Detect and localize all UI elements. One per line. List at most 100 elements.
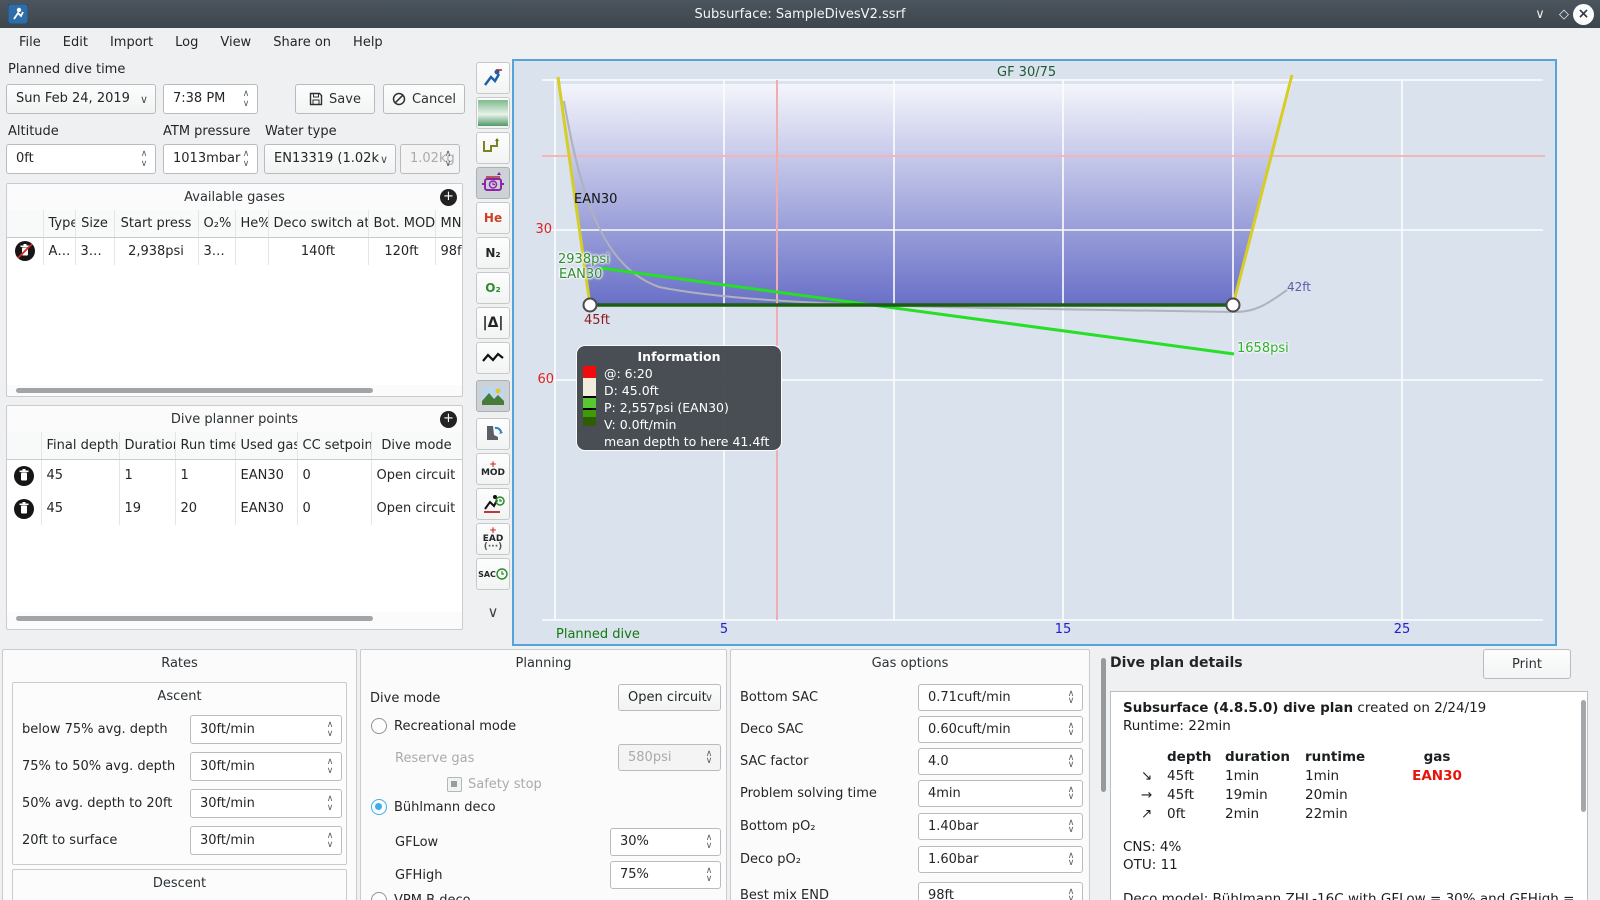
- delta-pressure-button[interactable]: |Δ|: [476, 307, 510, 339]
- tissue-heatmap-button[interactable]: [476, 418, 510, 450]
- point-used-gas[interactable]: EAN30: [235, 459, 298, 492]
- gflow-stepper[interactable]: 30% ∧ ∨: [610, 828, 721, 856]
- menu-file[interactable]: File: [8, 30, 52, 56]
- spin-down-icon[interactable]: ∨: [1065, 826, 1077, 835]
- safety-stop-checkbox[interactable]: [447, 777, 462, 792]
- menu-edit[interactable]: Edit: [52, 30, 99, 56]
- point-run-time[interactable]: 1: [175, 459, 236, 492]
- spin-up-icon[interactable]: ∧: [138, 150, 150, 159]
- recreational-mode-radio[interactable]: [371, 718, 387, 734]
- cancel-button[interactable]: Cancel: [383, 84, 465, 114]
- photos-toggle-button[interactable]: [476, 380, 510, 412]
- point-final-depth[interactable]: 45: [41, 459, 120, 492]
- depth-gradient-button[interactable]: [476, 97, 510, 129]
- spin-down-icon[interactable]: ∨: [324, 730, 336, 739]
- gas-he[interactable]: [235, 237, 269, 265]
- delete-point-button[interactable]: [7, 459, 42, 492]
- gas-mnd[interactable]: 98f: [435, 237, 462, 265]
- spin-up-icon[interactable]: ∧: [240, 150, 252, 159]
- minimize-icon[interactable]: ∨: [1527, 0, 1553, 28]
- ascent-rate-stepper-1[interactable]: 30ft/min ∧ ∨: [190, 715, 342, 744]
- spin-down-icon[interactable]: ∨: [1065, 729, 1077, 738]
- altitude-stepper[interactable]: 0ft ∧ ∨: [6, 144, 156, 174]
- spin-down-icon[interactable]: ∨: [324, 804, 336, 813]
- spin-down-icon[interactable]: ∨: [1065, 793, 1077, 802]
- o2-graph-button[interactable]: O₂: [476, 272, 510, 304]
- dive-date-select[interactable]: Sun Feb 24, 2019 ∨: [6, 84, 156, 114]
- point-dive-mode[interactable]: Open circuit: [371, 459, 462, 492]
- spin-down-icon[interactable]: ∨: [324, 767, 336, 776]
- water-type-select[interactable]: EN13319 (1.02k ∨: [264, 144, 396, 174]
- spin-down-icon[interactable]: ∨: [703, 875, 715, 884]
- waypoint-handle[interactable]: [1225, 297, 1241, 313]
- delete-point-button[interactable]: [7, 492, 42, 525]
- dive-mode-select[interactable]: Open circuit ∨: [618, 684, 721, 711]
- sac-factor-stepper[interactable]: 4.0 ∧ ∨: [918, 748, 1083, 775]
- profile-toggle-button[interactable]: [476, 132, 510, 164]
- toolbar-more-icon[interactable]: ∨: [480, 603, 506, 621]
- atm-pressure-stepper[interactable]: 1013mbar ∧ ∨: [163, 144, 258, 174]
- gas-bot-mod[interactable]: 120ft: [368, 237, 436, 265]
- close-icon[interactable]: ×: [1573, 3, 1594, 25]
- ascent-rate-stepper-2[interactable]: 30ft/min ∧ ∨: [190, 752, 342, 781]
- ead-toggle-button[interactable]: + EAD (···): [476, 523, 510, 555]
- plan-dive-button[interactable]: [476, 62, 510, 94]
- deco-po2-stepper[interactable]: 1.60bar ∧ ∨: [918, 846, 1083, 873]
- gfhigh-stepper[interactable]: 75% ∧ ∨: [610, 861, 721, 889]
- menu-view[interactable]: View: [209, 30, 262, 56]
- ascent-rate-stepper-4[interactable]: 30ft/min ∧ ∨: [190, 826, 342, 855]
- spin-up-icon[interactable]: ∧: [324, 832, 336, 841]
- gas-o2[interactable]: 3…: [198, 237, 236, 265]
- gas-type[interactable]: A…: [43, 237, 76, 265]
- waypoint-handle[interactable]: [582, 297, 598, 313]
- point-run-time[interactable]: 20: [175, 492, 236, 525]
- point-dive-mode[interactable]: Open circuit: [371, 492, 462, 525]
- menu-share-on[interactable]: Share on: [262, 30, 342, 56]
- spin-down-icon[interactable]: ∨: [138, 160, 150, 169]
- plan-text-vscrollbar[interactable]: [1581, 700, 1586, 812]
- gas-deco-switch[interactable]: 140ft: [268, 237, 369, 265]
- spin-down-icon[interactable]: ∨: [703, 842, 715, 851]
- spin-up-icon[interactable]: ∧: [240, 90, 252, 99]
- spin-down-icon[interactable]: ∨: [1065, 697, 1077, 706]
- gas-start-press[interactable]: 2,938psi: [114, 237, 199, 265]
- best-mix-end-stepper[interactable]: 98ft ∧ ∨: [918, 882, 1083, 900]
- spin-down-icon[interactable]: ∨: [324, 841, 336, 850]
- point-cc-setpoint[interactable]: 0: [297, 492, 372, 525]
- print-button[interactable]: Print: [1483, 649, 1571, 679]
- bottom-sac-stepper[interactable]: 0.71cuft/min ∧ ∨: [918, 684, 1083, 711]
- bottom-po2-stepper[interactable]: 1.40bar ∧ ∨: [918, 813, 1083, 840]
- point-cc-setpoint[interactable]: 0: [297, 459, 372, 492]
- ndl-toggle-button[interactable]: [476, 488, 510, 520]
- spin-up-icon[interactable]: ∧: [324, 758, 336, 767]
- problem-solving-time-stepper[interactable]: 4min ∧ ∨: [918, 780, 1083, 807]
- point-used-gas[interactable]: EAN30: [235, 492, 298, 525]
- buhlmann-deco-radio[interactable]: [371, 799, 387, 815]
- sac-toggle-button[interactable]: SAC: [476, 558, 510, 590]
- planner-mode-button[interactable]: [476, 167, 510, 199]
- gases-hscrollbar[interactable]: [16, 388, 373, 393]
- point-duration[interactable]: 1: [119, 459, 176, 492]
- menu-help[interactable]: Help: [342, 30, 394, 56]
- dive-time-stepper[interactable]: 7:38 PM ∧ ∨: [163, 84, 258, 114]
- spin-down-icon[interactable]: ∨: [240, 160, 252, 169]
- gas-size[interactable]: 3…: [75, 237, 115, 265]
- spin-up-icon[interactable]: ∧: [324, 721, 336, 730]
- n2-graph-button[interactable]: N₂: [476, 237, 510, 269]
- add-gas-button[interactable]: +: [440, 189, 457, 206]
- panel-vscrollbar[interactable]: [1101, 658, 1106, 792]
- deco-sac-stepper[interactable]: 0.60cuft/min ∧ ∨: [918, 716, 1083, 743]
- points-hscrollbar[interactable]: [16, 616, 373, 621]
- spin-down-icon[interactable]: ∨: [240, 100, 252, 109]
- heartrate-button[interactable]: [476, 342, 510, 374]
- point-final-depth[interactable]: 45: [41, 492, 120, 525]
- save-button[interactable]: Save: [295, 84, 375, 114]
- spin-down-icon[interactable]: ∨: [1065, 761, 1077, 770]
- spin-up-icon[interactable]: ∧: [324, 795, 336, 804]
- spin-down-icon[interactable]: ∨: [1065, 895, 1077, 900]
- menu-import[interactable]: Import: [99, 30, 164, 56]
- mod-toggle-button[interactable]: + MOD: [476, 453, 510, 485]
- he-graph-button[interactable]: He: [476, 202, 510, 234]
- menu-log[interactable]: Log: [164, 30, 209, 56]
- add-point-button[interactable]: +: [440, 411, 457, 428]
